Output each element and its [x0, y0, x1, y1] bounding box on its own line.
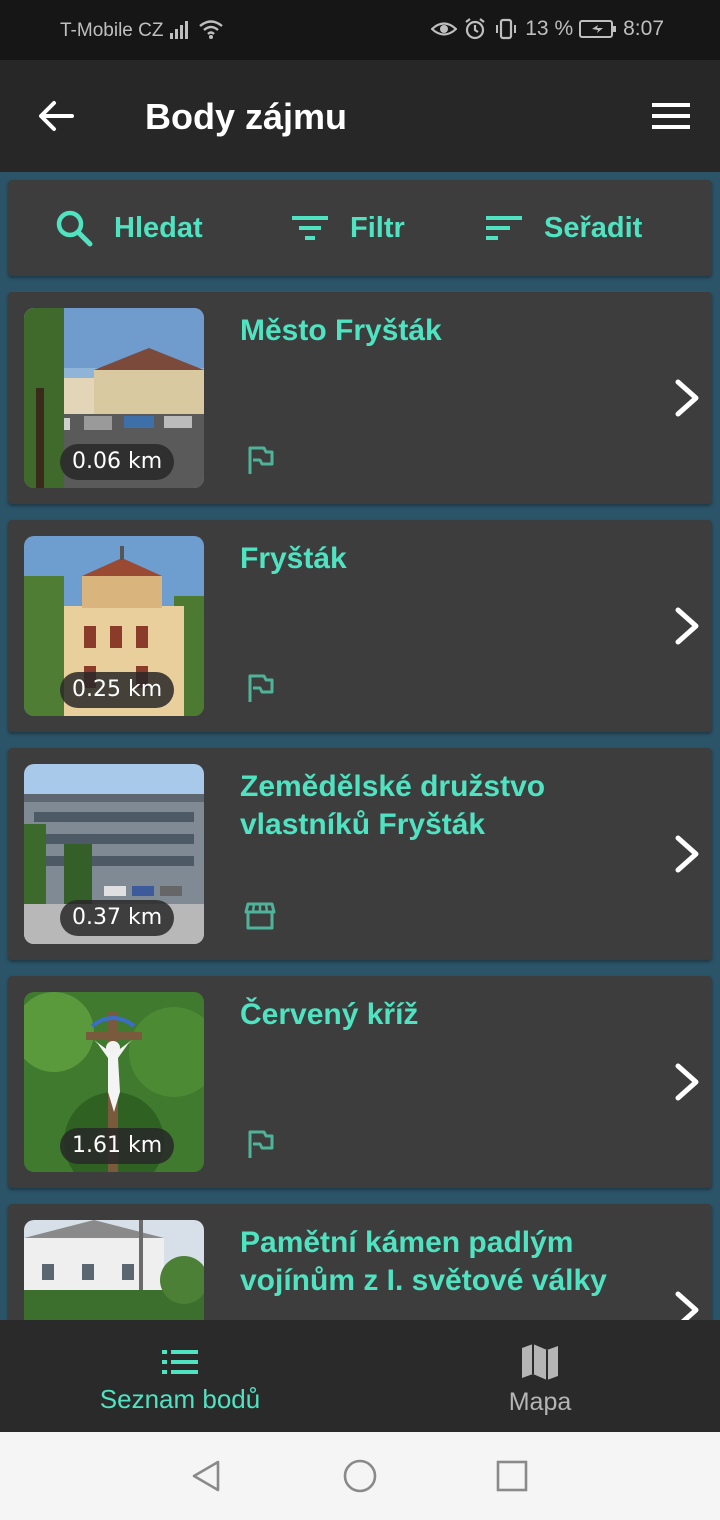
hamburger-menu-icon[interactable]: [650, 100, 692, 132]
sort-label: Seřadit: [544, 211, 643, 244]
points-list[interactable]: 0.06 km Město Fryšták 0.25 km Fryšták 0.…: [0, 292, 720, 1320]
list-item[interactable]: 1.61 km Červený kříž: [8, 976, 712, 1188]
distance-badge: 1.61 km: [60, 1128, 175, 1164]
signal-icon: [170, 21, 188, 39]
battery-percent: 13 %: [525, 17, 574, 40]
filter-button[interactable]: Filtr: [290, 208, 405, 248]
tab-map-label: Mapa: [508, 1388, 572, 1416]
wifi-icon: [199, 20, 223, 39]
clock: 8:07: [623, 17, 664, 40]
sort-icon: [486, 216, 522, 240]
store-icon: [244, 902, 276, 930]
point-title: Červený kříž: [240, 998, 419, 1031]
search-label: Hledat: [114, 211, 203, 244]
chevron-right-icon[interactable]: [672, 1290, 702, 1320]
signal-icons: [168, 17, 224, 41]
distance-badge: 0.25 km: [60, 672, 175, 708]
alarm-icon: [465, 18, 485, 40]
map-icon: [522, 1344, 558, 1380]
point-thumbnail: 0.06 km: [24, 308, 204, 488]
app-bar: Body zájmu: [0, 60, 720, 172]
point-thumbnail: 0.37 km: [24, 764, 204, 944]
bottom-navigation: Seznam bodů Mapa: [0, 1320, 720, 1432]
status-bar: T-Mobile CZ 13 % 8:07: [0, 0, 720, 60]
list-icon: [162, 1350, 198, 1374]
home-nav-icon[interactable]: [342, 1458, 378, 1494]
point-thumbnail: 1.61 km: [24, 992, 204, 1172]
chevron-right-icon[interactable]: [672, 834, 702, 874]
flag-icon: [248, 446, 274, 474]
search-button[interactable]: Hledat: [54, 208, 203, 248]
tab-point-list-label: Seznam bodů: [99, 1384, 261, 1414]
sort-button[interactable]: Seřadit: [484, 208, 642, 248]
point-title: Pamětní kámen padlým vojínům z I. světov…: [240, 1226, 607, 1297]
recents-nav-icon[interactable]: [494, 1458, 530, 1494]
carrier-name: T-Mobile CZ: [60, 20, 164, 41]
battery-icon: [579, 20, 617, 38]
chevron-right-icon[interactable]: [672, 1062, 702, 1102]
distance-badge: 0.06 km: [60, 444, 175, 480]
eye-icon: [431, 22, 458, 36]
system-navigation-bar: [0, 1432, 720, 1520]
filter-label: Filtr: [350, 211, 405, 244]
point-title: Město Fryšták: [240, 314, 442, 347]
tab-map[interactable]: Mapa: [360, 1320, 720, 1432]
chevron-right-icon[interactable]: [672, 378, 702, 418]
list-item[interactable]: 0.06 km Město Fryšták: [8, 292, 712, 504]
list-toolbar: Hledat Filtr Seřadit: [8, 180, 712, 276]
back-nav-icon[interactable]: [188, 1458, 224, 1494]
distance-badge: 0.37 km: [60, 900, 175, 936]
tab-point-list[interactable]: Seznam bodů: [0, 1320, 360, 1432]
flag-icon: [248, 674, 274, 702]
memorial-stone-image: [24, 1220, 204, 1320]
point-thumbnail: [24, 1220, 204, 1320]
vibrate-icon: [496, 18, 517, 40]
list-item[interactable]: Pamětní kámen padlým vojínům z I. světov…: [8, 1204, 712, 1320]
status-right: 13 % 8:07: [431, 17, 664, 41]
flag-icon: [248, 1130, 274, 1158]
arrow-left-icon[interactable]: [36, 96, 76, 136]
point-title: Fryšták: [240, 542, 347, 575]
filter-icon: [292, 216, 328, 240]
search-icon: [56, 210, 93, 247]
list-item[interactable]: 0.37 km Zemědělské družstvo vlastníků Fr…: [8, 748, 712, 960]
chevron-right-icon[interactable]: [672, 606, 702, 646]
list-item[interactable]: 0.25 km Fryšták: [8, 520, 712, 732]
point-title: Zemědělské družstvo vlastníků Fryšták: [240, 770, 546, 841]
page-title: Body zájmu: [145, 96, 348, 137]
point-thumbnail: 0.25 km: [24, 536, 204, 716]
